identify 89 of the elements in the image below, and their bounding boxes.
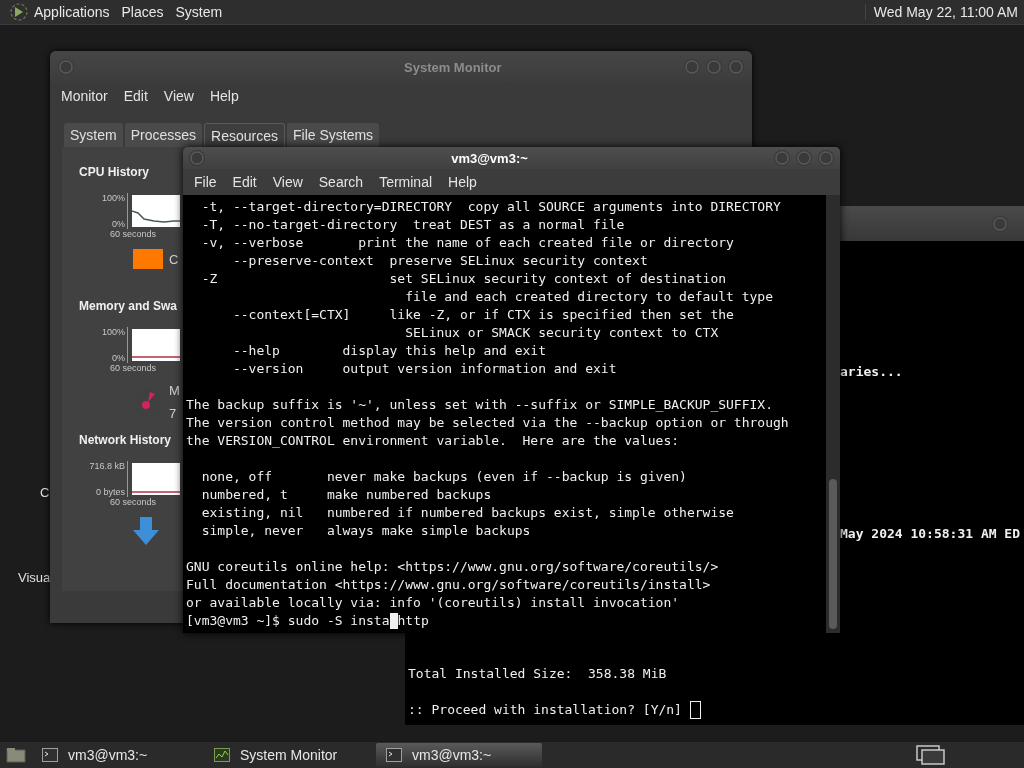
section-title: CPU History <box>79 165 149 179</box>
clock[interactable]: Wed May 22, 11:00 AM <box>864 4 1018 20</box>
panel-menu[interactable]: Places <box>121 4 164 20</box>
section-title: Network History <box>79 433 172 447</box>
terminal-line: none, off never make backups (even if --backup is given) <box>200 468 688 486</box>
scrollbar[interactable] <box>826 195 840 633</box>
terminal-line: -v, --verbose print the name of each created file or directory <box>200 234 735 252</box>
terminal-line: :: Proceed with installation? [Y/n] <box>408 701 682 719</box>
terminal-line: simple, never always make simple backups <box>200 522 532 540</box>
terminal-line: --help display this help and exit <box>231 342 548 360</box>
text-cursor <box>689 701 701 719</box>
terminal-icon <box>42 748 58 762</box>
window-button-icon[interactable] <box>684 59 700 75</box>
tab[interactable]: Resources <box>204 123 285 147</box>
menu-item[interactable]: Monitor <box>61 88 108 104</box>
menu-item[interactable]: Edit <box>232 174 257 190</box>
axis-label: 716.8 kB <box>89 461 125 471</box>
taskbar-button[interactable]: vm3@vm3:~ <box>376 743 542 767</box>
terminal-line: the VERSION_CONTROL environment variable. Here are the values: <box>186 432 681 450</box>
menu-item[interactable]: File <box>194 174 217 190</box>
menu-item[interactable]: View <box>163 88 194 104</box>
workspace-switcher-icon[interactable] <box>916 745 946 765</box>
terminal-line: The backup suffix is '~', unless set with --suffix or SIMPLE_BACKUP_SUFFIX. <box>186 396 774 414</box>
desktop-icon-label[interactable]: C <box>40 485 50 500</box>
taskbar-button[interactable]: vm3@vm3:~ <box>32 743 198 767</box>
terminal-line: or available locally via: info '(coreutils) install invocation' <box>186 594 681 612</box>
terminal-line: May 2024 10:58:31 AM ED <box>840 525 1021 543</box>
terminal-icon <box>386 748 402 762</box>
menu-item[interactable]: View <box>272 174 303 190</box>
menu-item[interactable]: Help <box>209 88 239 104</box>
menu-item[interactable]: Terminal <box>379 174 433 190</box>
panel-menu[interactable]: System <box>175 4 223 20</box>
history-graph <box>132 329 180 361</box>
window-title: System Monitor <box>403 59 503 75</box>
history-graph <box>132 463 180 495</box>
tab[interactable]: File Systems <box>286 123 380 147</box>
terminal-line: -T, --no-target-directory treat DEST as a normal file <box>200 216 626 234</box>
terminal-line: Full documentation <https://www.gnu.org/software/coreutils/install> <box>186 576 712 594</box>
axis-label: 100% <box>101 193 125 203</box>
menu-item[interactable]: Help <box>448 174 477 190</box>
terminal-line: file and each created directory to default type <box>404 288 774 306</box>
window-button-icon[interactable] <box>706 59 722 75</box>
desktop-icon-label[interactable]: Visua <box>18 570 51 585</box>
window-button-icon[interactable] <box>774 150 790 166</box>
time-span-label: 60 seconds <box>110 363 157 373</box>
window-button-icon[interactable] <box>58 59 74 75</box>
terminal-line: --version output version information and exit <box>231 360 618 378</box>
section-title: Memory and Swa <box>79 299 178 313</box>
typed-text: http <box>397 612 429 630</box>
tab[interactable]: Processes <box>124 123 203 147</box>
tab[interactable]: System <box>64 123 123 147</box>
window-title: vm3@vm3:~ <box>450 150 529 166</box>
terminal-line: -Z set SELinux security context of destination <box>200 270 728 288</box>
legend-label: C <box>169 251 179 267</box>
panel-menu[interactable]: Applications <box>34 4 110 20</box>
axis-label: 0 bytes <box>95 487 125 497</box>
legend-label: M <box>169 383 180 398</box>
menu-item[interactable]: Edit <box>123 88 148 104</box>
terminal-line: -t, --target-directory=DIRECTORY copy all SOURCE arguments into DIRECTORY <box>200 198 782 216</box>
terminal-line: GNU coreutils online help: <https://www.gnu.org/software/coreutils/> <box>186 558 720 576</box>
command-prompt: [vm3@vm3 ~]$ sudo -S insta <box>186 612 390 630</box>
taskbar-button[interactable]: System Monitor <box>204 743 370 767</box>
terminal-line: SELinux or SMACK security context to CTX <box>404 324 720 342</box>
play-logo-icon[interactable] <box>10 3 28 21</box>
window-button-icon[interactable] <box>992 215 1008 232</box>
window-button-icon[interactable] <box>728 59 744 75</box>
terminal-line: numbered, t make numbered backups <box>200 486 493 504</box>
time-span-label: 60 seconds <box>110 497 157 507</box>
text-cursor <box>389 613 398 629</box>
time-span-label: 60 seconds <box>110 229 157 239</box>
menu-item[interactable]: Search <box>318 174 364 190</box>
scrollbar-thumb[interactable] <box>829 479 837 629</box>
legend-label: 7 <box>169 406 178 421</box>
color-swatch[interactable] <box>133 249 163 269</box>
show-desktop-icon[interactable] <box>6 747 26 763</box>
terminal-line: --preserve-context preserve SELinux security context <box>231 252 649 270</box>
terminal-line: Total Installed Size: 358.38 MiB <box>408 665 668 683</box>
axis-label: 100% <box>101 327 125 337</box>
axis-label: 0% <box>112 353 125 363</box>
terminal-line: aries... <box>840 363 904 381</box>
window-button-icon[interactable] <box>189 150 205 166</box>
terminal-line: The version control method may be selected via the --backup option or through <box>186 414 790 432</box>
axis-label: 0% <box>112 219 125 229</box>
window-button-icon[interactable] <box>818 150 834 166</box>
window-button-icon[interactable] <box>796 150 812 166</box>
history-graph <box>132 195 180 227</box>
monitor-graph-icon <box>214 748 230 762</box>
terminal-line: --context[=CTX] like -Z, or if CTX is specified then set the <box>231 306 735 324</box>
terminal-line: existing, nil numbered if numbered backups exist, simple otherwise <box>200 504 735 522</box>
